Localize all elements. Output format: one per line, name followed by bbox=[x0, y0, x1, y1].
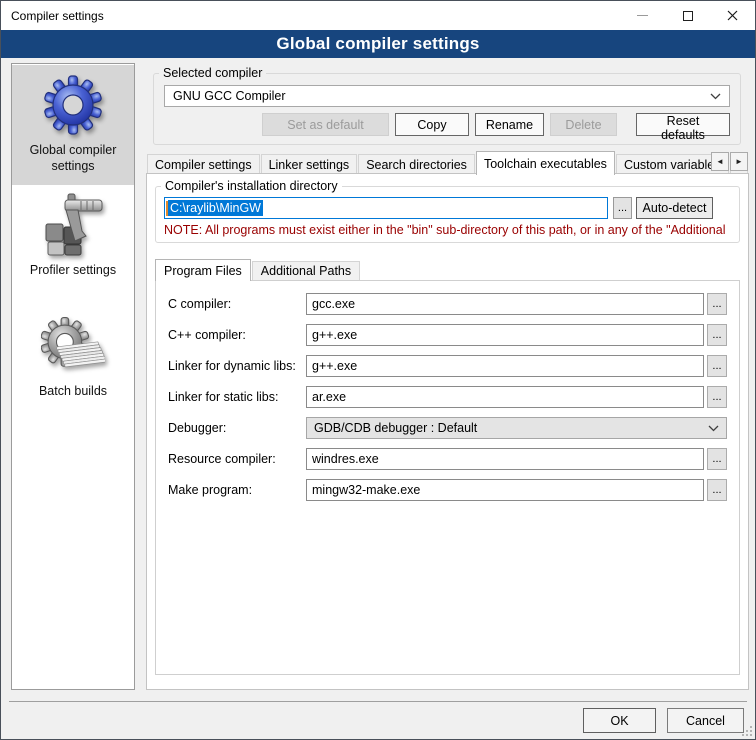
subtab-additional-paths[interactable]: Additional Paths bbox=[252, 261, 360, 280]
installation-directory-group: Compiler's installation directory C:\ray… bbox=[155, 179, 740, 243]
form-row-dynamic-linker: Linker for dynamic libs: ... bbox=[168, 355, 727, 377]
maximize-button[interactable] bbox=[665, 1, 710, 30]
program-files-page: C compiler: ... C++ compiler: ... Linker… bbox=[155, 280, 740, 675]
tab-scroll-buttons: ◄ ► bbox=[710, 152, 748, 171]
c-compiler-input[interactable] bbox=[306, 293, 704, 315]
tab-scroll-right-button[interactable]: ► bbox=[730, 152, 748, 171]
footer-separator bbox=[9, 701, 747, 702]
page-title: Global compiler settings bbox=[1, 30, 755, 58]
chevron-down-icon bbox=[708, 425, 719, 432]
close-icon bbox=[727, 10, 738, 21]
c-compiler-label: C compiler: bbox=[168, 297, 306, 311]
tab-search-directories[interactable]: Search directories bbox=[358, 154, 475, 174]
arrow-left-icon: ◄ bbox=[716, 157, 724, 166]
settings-category-list: Global compiler settings Profiler settin… bbox=[11, 63, 135, 690]
debugger-label: Debugger: bbox=[168, 421, 306, 435]
gray-gear-stack-icon bbox=[41, 314, 105, 378]
cpp-compiler-label: C++ compiler: bbox=[168, 328, 306, 342]
dialog-buttons: OK Cancel bbox=[583, 708, 744, 733]
dynamic-linker-label: Linker for dynamic libs: bbox=[168, 359, 306, 373]
compiler-settings-dialog: Compiler settings Global compiler settin… bbox=[0, 0, 756, 740]
copy-button[interactable]: Copy bbox=[395, 113, 469, 136]
make-program-input[interactable] bbox=[306, 479, 704, 501]
static-linker-label: Linker for static libs: bbox=[168, 390, 306, 404]
cpp-compiler-input[interactable] bbox=[306, 324, 704, 346]
selected-compiler-group: Selected compiler GNU GCC Compiler Set a… bbox=[153, 66, 741, 145]
dynamic-linker-input[interactable] bbox=[306, 355, 704, 377]
reset-defaults-button[interactable]: Reset defaults bbox=[636, 113, 730, 136]
form-row-cpp-compiler: C++ compiler: ... bbox=[168, 324, 727, 346]
tab-compiler-settings[interactable]: Compiler settings bbox=[147, 154, 260, 174]
form-row-c-compiler: C compiler: ... bbox=[168, 293, 727, 315]
installation-note: NOTE: All programs must exist either in … bbox=[164, 223, 731, 237]
form-row-static-linker: Linker for static libs: ... bbox=[168, 386, 727, 408]
compiler-buttons-row: Set as default Copy Rename Delete Reset … bbox=[164, 113, 730, 136]
close-button[interactable] bbox=[710, 1, 755, 30]
rename-button[interactable]: Rename bbox=[475, 113, 544, 136]
arrow-right-icon: ► bbox=[735, 157, 743, 166]
cancel-button[interactable]: Cancel bbox=[667, 708, 744, 733]
toolchain-executables-page: Compiler's installation directory C:\ray… bbox=[146, 173, 749, 690]
maximize-icon bbox=[683, 11, 693, 21]
auto-detect-button[interactable]: Auto-detect bbox=[636, 197, 713, 219]
sidebar-item-label: Batch builds bbox=[39, 383, 107, 399]
installation-directory-value: C:\raylib\MinGW bbox=[168, 200, 263, 216]
resource-compiler-browse-button[interactable]: ... bbox=[707, 448, 727, 470]
tab-scroll-left-button[interactable]: ◄ bbox=[711, 152, 729, 171]
sidebar-item-global-compiler-settings[interactable]: Global compiler settings bbox=[12, 65, 134, 185]
sidebar-item-profiler-settings[interactable]: Profiler settings bbox=[12, 185, 134, 288]
tab-linker-settings[interactable]: Linker settings bbox=[261, 154, 358, 174]
compiler-select-value: GNU GCC Compiler bbox=[173, 89, 286, 103]
settings-tabstrip: Compiler settings Linker settings Search… bbox=[147, 150, 749, 174]
make-program-browse-button[interactable]: ... bbox=[707, 479, 727, 501]
installation-directory-row: C:\raylib\MinGW ... Auto-detect bbox=[164, 197, 713, 219]
main-panel: Selected compiler GNU GCC Compiler Set a… bbox=[146, 63, 749, 690]
resource-compiler-label: Resource compiler: bbox=[168, 452, 306, 466]
tab-toolchain-executables[interactable]: Toolchain executables bbox=[476, 151, 615, 175]
debugger-select[interactable]: GDB/CDB debugger : Default bbox=[306, 417, 727, 439]
dynamic-linker-browse-button[interactable]: ... bbox=[707, 355, 727, 377]
resize-grip[interactable] bbox=[741, 725, 753, 737]
form-row-debugger: Debugger: GDB/CDB debugger : Default bbox=[168, 417, 727, 439]
selected-compiler-group-label: Selected compiler bbox=[159, 66, 266, 80]
program-files-tabstrip: Program Files Additional Paths bbox=[155, 258, 361, 280]
static-linker-input[interactable] bbox=[306, 386, 704, 408]
sidebar-item-label: Profiler settings bbox=[30, 262, 116, 278]
delete-button[interactable]: Delete bbox=[550, 113, 617, 136]
cpp-compiler-browse-button[interactable]: ... bbox=[707, 324, 727, 346]
caliper-icon bbox=[41, 193, 105, 257]
make-program-label: Make program: bbox=[168, 483, 306, 497]
static-linker-browse-button[interactable]: ... bbox=[707, 386, 727, 408]
set-as-default-button[interactable]: Set as default bbox=[262, 113, 389, 136]
sidebar-item-batch-builds[interactable]: Batch builds bbox=[12, 306, 134, 409]
minimize-icon bbox=[637, 15, 648, 16]
compiler-select[interactable]: GNU GCC Compiler bbox=[164, 85, 730, 107]
resource-compiler-input[interactable] bbox=[306, 448, 704, 470]
chevron-down-icon bbox=[710, 93, 721, 100]
installation-directory-input[interactable]: C:\raylib\MinGW bbox=[164, 197, 608, 219]
installation-directory-group-label: Compiler's installation directory bbox=[161, 179, 342, 193]
titlebar: Compiler settings bbox=[1, 1, 755, 30]
window-title: Compiler settings bbox=[1, 9, 620, 23]
subtab-program-files[interactable]: Program Files bbox=[155, 259, 251, 281]
sidebar-item-label: Global compiler settings bbox=[14, 142, 132, 175]
debugger-select-value: GDB/CDB debugger : Default bbox=[314, 421, 477, 435]
minimize-button[interactable] bbox=[620, 1, 665, 30]
installation-directory-browse-button[interactable]: ... bbox=[613, 197, 632, 219]
blue-gear-icon bbox=[41, 73, 105, 137]
ok-button[interactable]: OK bbox=[583, 708, 656, 733]
form-row-resource-compiler: Resource compiler: ... bbox=[168, 448, 727, 470]
form-row-make-program: Make program: ... bbox=[168, 479, 727, 501]
c-compiler-browse-button[interactable]: ... bbox=[707, 293, 727, 315]
